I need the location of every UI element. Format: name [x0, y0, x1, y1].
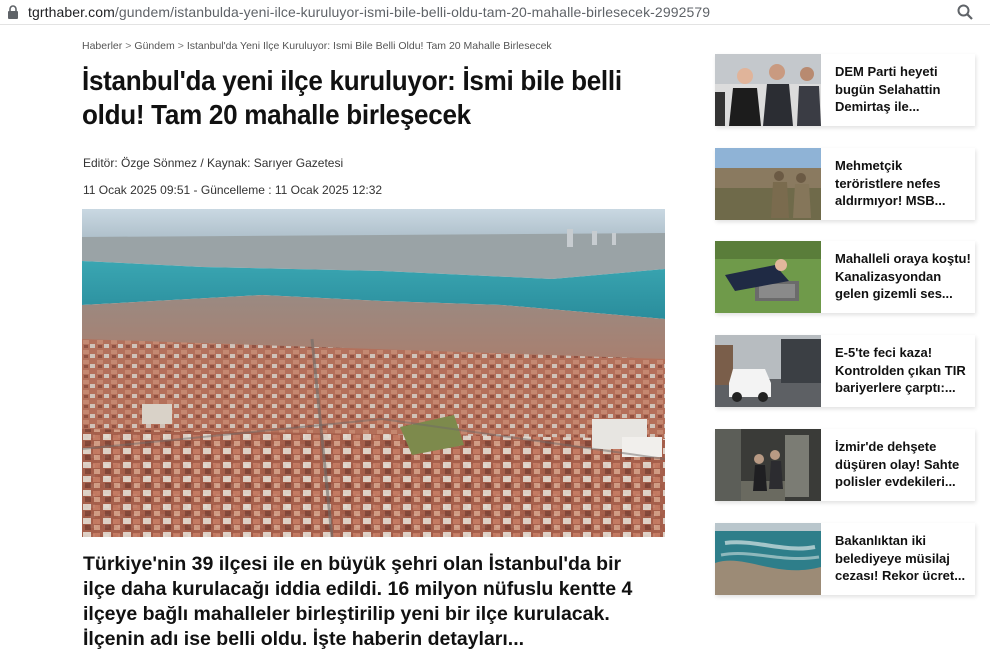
article-summary: Türkiye'nin 39 ilçesi ile en büyük şehri…: [83, 553, 633, 650]
news-thumbnail[interactable]: [715, 54, 821, 126]
breadcrumb-separator: >: [177, 40, 184, 52]
url-path: /gundem/istanbulda-yeni-ilce-kuruluyor-i…: [114, 4, 711, 20]
news-title[interactable]: E-5'te feci kaza! Kontrolden çıkan TIR b…: [835, 344, 971, 397]
address-bar[interactable]: tgrthaber.com/gundem/istanbulda-yeni-ilc…: [0, 0, 990, 25]
news-thumbnail[interactable]: [715, 335, 821, 407]
news-title[interactable]: Mahalleli oraya koştu! Kanalizasyondan g…: [835, 250, 971, 303]
news-title[interactable]: DEM Parti heyeti bugün Selahattin Demirt…: [835, 63, 971, 116]
sidebar-news-item[interactable]: E-5'te feci kaza! Kontrolden çıkan TIR b…: [715, 335, 975, 407]
article-hero-image[interactable]: [82, 209, 665, 537]
breadcrumb: Haberler > Gündem > Istanbul'da Yeni Ilçe Ku…: [82, 40, 552, 52]
sidebar-news-item[interactable]: Mehmetçik teröristlere nefes aldırmıyor!…: [715, 148, 975, 220]
breadcrumb-item-home[interactable]: Haberler: [82, 40, 122, 52]
article-editor: Editör: Özge Sönmez / Kaynak: Sarıyer Ga…: [83, 156, 344, 170]
breadcrumb-separator: >: [125, 40, 132, 52]
article-title: İstanbul'da yeni ilçe kuruluyor: İsmi bi…: [82, 65, 622, 130]
sidebar-news-item[interactable]: Mahalleli oraya koştu! Kanalizasyondan g…: [715, 241, 975, 313]
lock-icon: [8, 5, 18, 19]
sidebar-news-item[interactable]: DEM Parti heyeti bugün Selahattin Demirt…: [715, 54, 975, 126]
article-date: 11 Ocak 2025 09:51 - Güncelleme : 11 Oca…: [83, 183, 383, 197]
news-thumbnail[interactable]: [715, 429, 821, 501]
url-host: tgrthaber.com: [28, 4, 115, 20]
news-title[interactable]: Bakanlıktan iki belediyeye müsilaj cezas…: [835, 532, 971, 585]
search-icon[interactable]: [956, 3, 974, 21]
news-thumbnail[interactable]: [715, 523, 821, 595]
url-text[interactable]: tgrthaber.com/gundem/istanbulda-yeni-ilc…: [28, 4, 710, 20]
sidebar-news-item[interactable]: İzmir'de dehşete düşüren olay! Sahte pol…: [715, 429, 975, 501]
breadcrumb-item-category[interactable]: Gündem: [134, 40, 174, 52]
news-thumbnail[interactable]: [715, 148, 821, 220]
news-thumbnail[interactable]: [715, 241, 821, 313]
page-content: Haberler > Gündem > Istanbul'da Yeni Ilçe Ku…: [0, 26, 990, 653]
news-title[interactable]: İzmir'de dehşete düşüren olay! Sahte pol…: [835, 438, 971, 491]
sidebar-news-item[interactable]: Bakanlıktan iki belediyeye müsilaj cezas…: [715, 523, 975, 595]
breadcrumb-item-current: Istanbul'da Yeni Ilçe Kuruluyor: Ismi Bi…: [186, 40, 552, 52]
news-title[interactable]: Mehmetçik teröristlere nefes aldırmıyor!…: [835, 157, 971, 210]
